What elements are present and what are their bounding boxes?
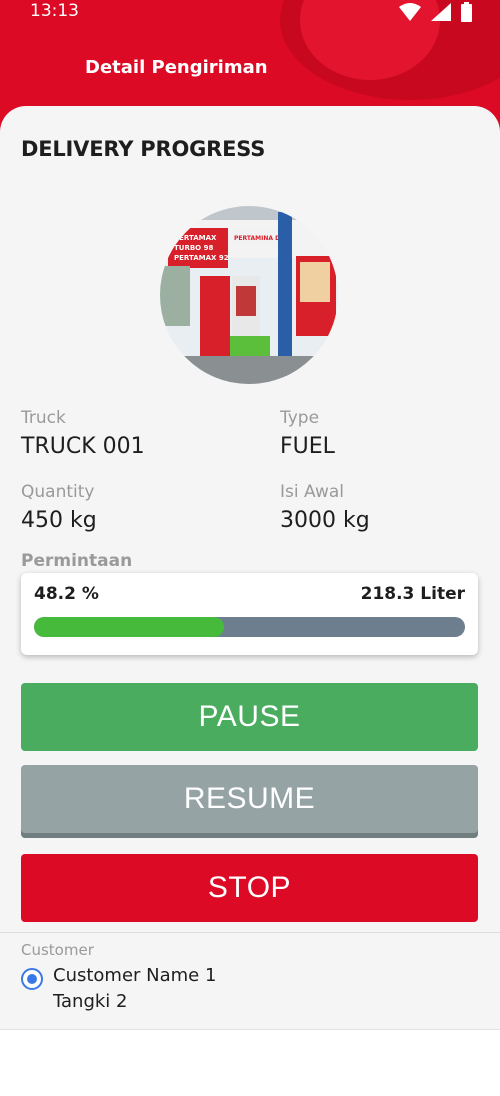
progress-bar-fill <box>34 617 224 637</box>
battery-icon <box>461 2 472 22</box>
customer-tank: Tangki 2 <box>53 991 128 1012</box>
svg-text:TURBO 98: TURBO 98 <box>174 244 213 252</box>
progress-card: 48.2 % 218.3 Liter <box>21 573 478 655</box>
customer-radio[interactable] <box>21 968 43 990</box>
truck-label: Truck <box>21 408 66 428</box>
footer-divider <box>0 1029 500 1030</box>
gas-station-photo: PERTAMAX TURBO 98 PERTAMAX 92 PERTAMINA … <box>160 206 338 384</box>
status-time: 13:13 <box>30 1 79 21</box>
resume-button[interactable]: RESUME <box>21 765 478 833</box>
permintaan-label: Permintaan <box>21 551 133 571</box>
svg-text:PERTAMAX 92: PERTAMAX 92 <box>174 254 229 262</box>
signal-icon <box>431 3 451 21</box>
divider <box>0 932 500 933</box>
isi-awal-label: Isi Awal <box>280 482 344 502</box>
type-label: Type <box>280 408 320 428</box>
wifi-icon <box>399 3 421 21</box>
pause-button[interactable]: PAUSE <box>21 683 478 751</box>
section-title: DELIVERY PROGRESS <box>21 137 266 161</box>
progress-percent: 48.2 % <box>34 584 99 604</box>
isi-awal-value: 3000 kg <box>280 508 370 533</box>
type-value: FUEL <box>280 434 335 459</box>
page-title: Detail Pengiriman <box>85 57 268 78</box>
quantity-label: Quantity <box>21 482 95 502</box>
customer-label: Customer <box>21 941 94 959</box>
status-icons <box>399 2 472 22</box>
customer-name[interactable]: Customer Name 1 <box>53 964 216 988</box>
quantity-value: 450 kg <box>21 508 97 533</box>
header-decoration <box>428 60 456 88</box>
progress-bar <box>34 617 465 637</box>
status-bar: 13:13 <box>0 0 500 24</box>
radio-selected-dot <box>27 974 37 984</box>
truck-value: TRUCK 001 <box>21 434 145 459</box>
progress-liter: 218.3 Liter <box>360 584 465 604</box>
stop-button[interactable]: STOP <box>21 854 478 922</box>
